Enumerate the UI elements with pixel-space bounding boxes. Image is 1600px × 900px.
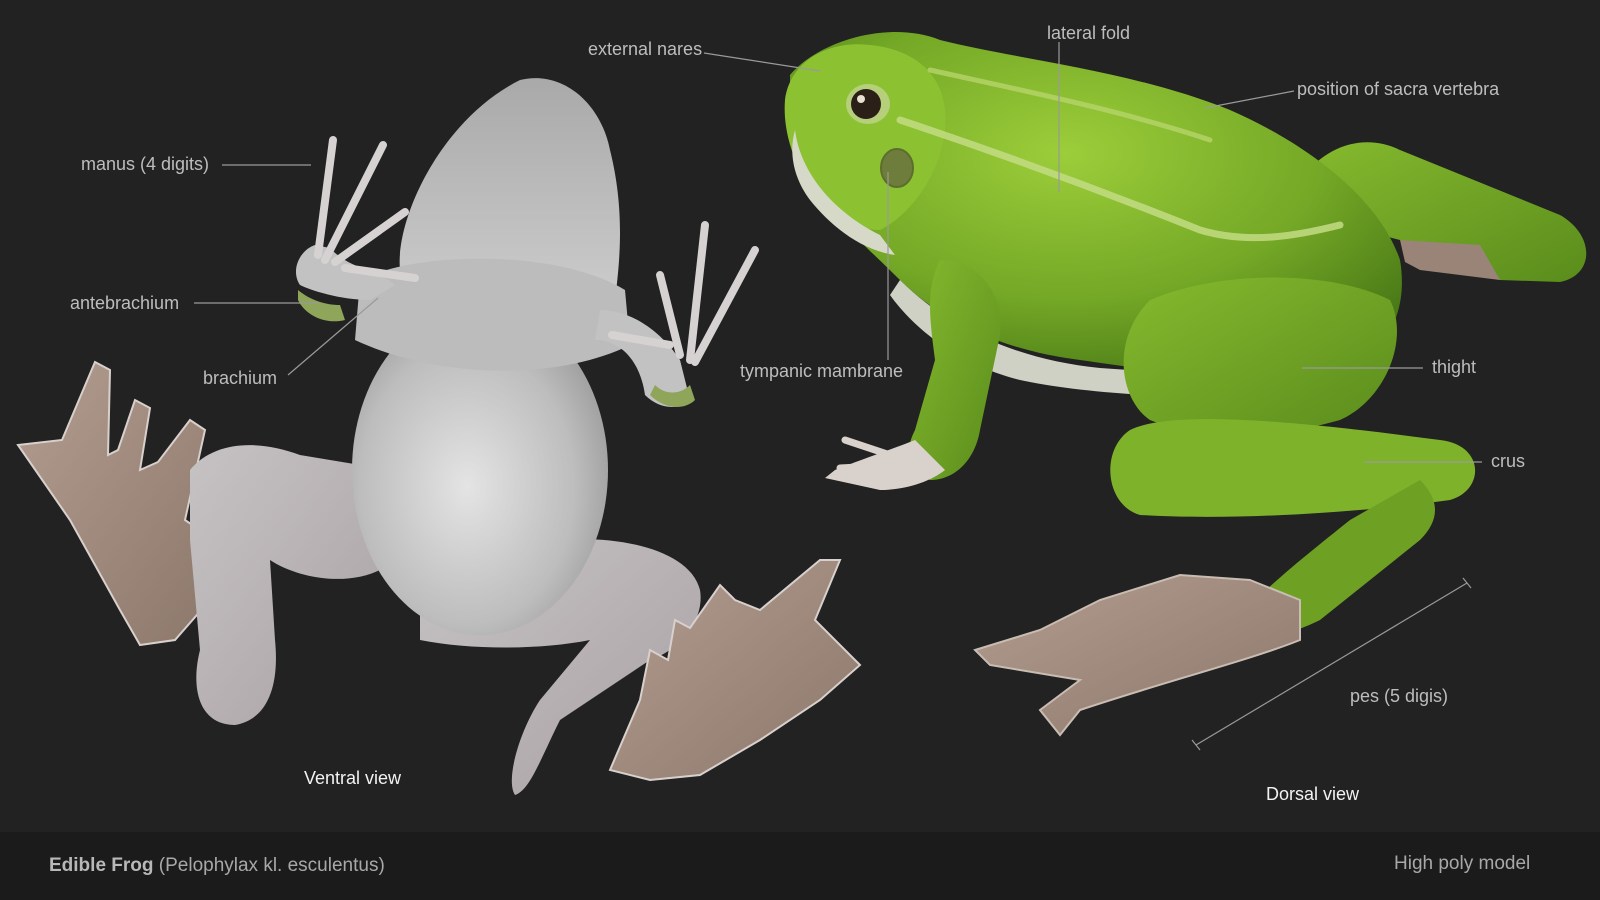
ventral-frog bbox=[16, 78, 862, 795]
species-scientific-name: (Pelophylax kl. esculentus) bbox=[158, 855, 385, 876]
dorsal-frog bbox=[784, 32, 1587, 737]
dorsal-view-caption: Dorsal view bbox=[1266, 784, 1360, 804]
dorsal-eye-highlight bbox=[857, 95, 865, 103]
label-tympanic-membrane: tympanic mambrane bbox=[740, 361, 904, 381]
label-lateral-fold: lateral fold bbox=[1047, 23, 1131, 43]
dorsal-pes bbox=[973, 573, 1301, 737]
label-manus: manus (4 digits) bbox=[81, 154, 210, 174]
label-brachium: brachium bbox=[203, 368, 278, 388]
leader-sacral-vertebra bbox=[1204, 90, 1295, 109]
species-common-name: Edible Frog bbox=[49, 855, 154, 876]
leader-pes-tick-b bbox=[1462, 577, 1472, 589]
label-antebrachium: antebrachium bbox=[70, 293, 180, 313]
model-note: High poly model bbox=[1394, 853, 1531, 874]
footer-bar: Edible Frog (Pelophylax kl. esculentus) … bbox=[0, 832, 1600, 900]
frog-illustration bbox=[16, 32, 1587, 795]
anatomy-plate: manus (4 digits) antebrachium brachium e… bbox=[0, 0, 1600, 900]
label-external-nares: external nares bbox=[588, 39, 703, 59]
dorsal-eye bbox=[851, 89, 881, 119]
ventral-view-caption: Ventral view bbox=[304, 768, 402, 788]
label-crus: crus bbox=[1491, 451, 1526, 471]
label-sacral-vertebra: position of sacra vertebra bbox=[1297, 79, 1500, 99]
dorsal-thigh bbox=[1123, 277, 1397, 435]
dorsal-tympanum bbox=[880, 148, 914, 188]
label-pes: pes (5 digis) bbox=[1350, 686, 1449, 706]
ventral-left-hind-foot bbox=[16, 360, 217, 647]
leader-external-nares bbox=[703, 52, 821, 72]
label-thigh: thight bbox=[1432, 357, 1477, 377]
leader-pes-tick-a bbox=[1191, 739, 1201, 751]
species-title: Edible Frog (Pelophylax kl. esculentus) bbox=[49, 856, 385, 875]
ventral-right-manus bbox=[608, 221, 759, 366]
